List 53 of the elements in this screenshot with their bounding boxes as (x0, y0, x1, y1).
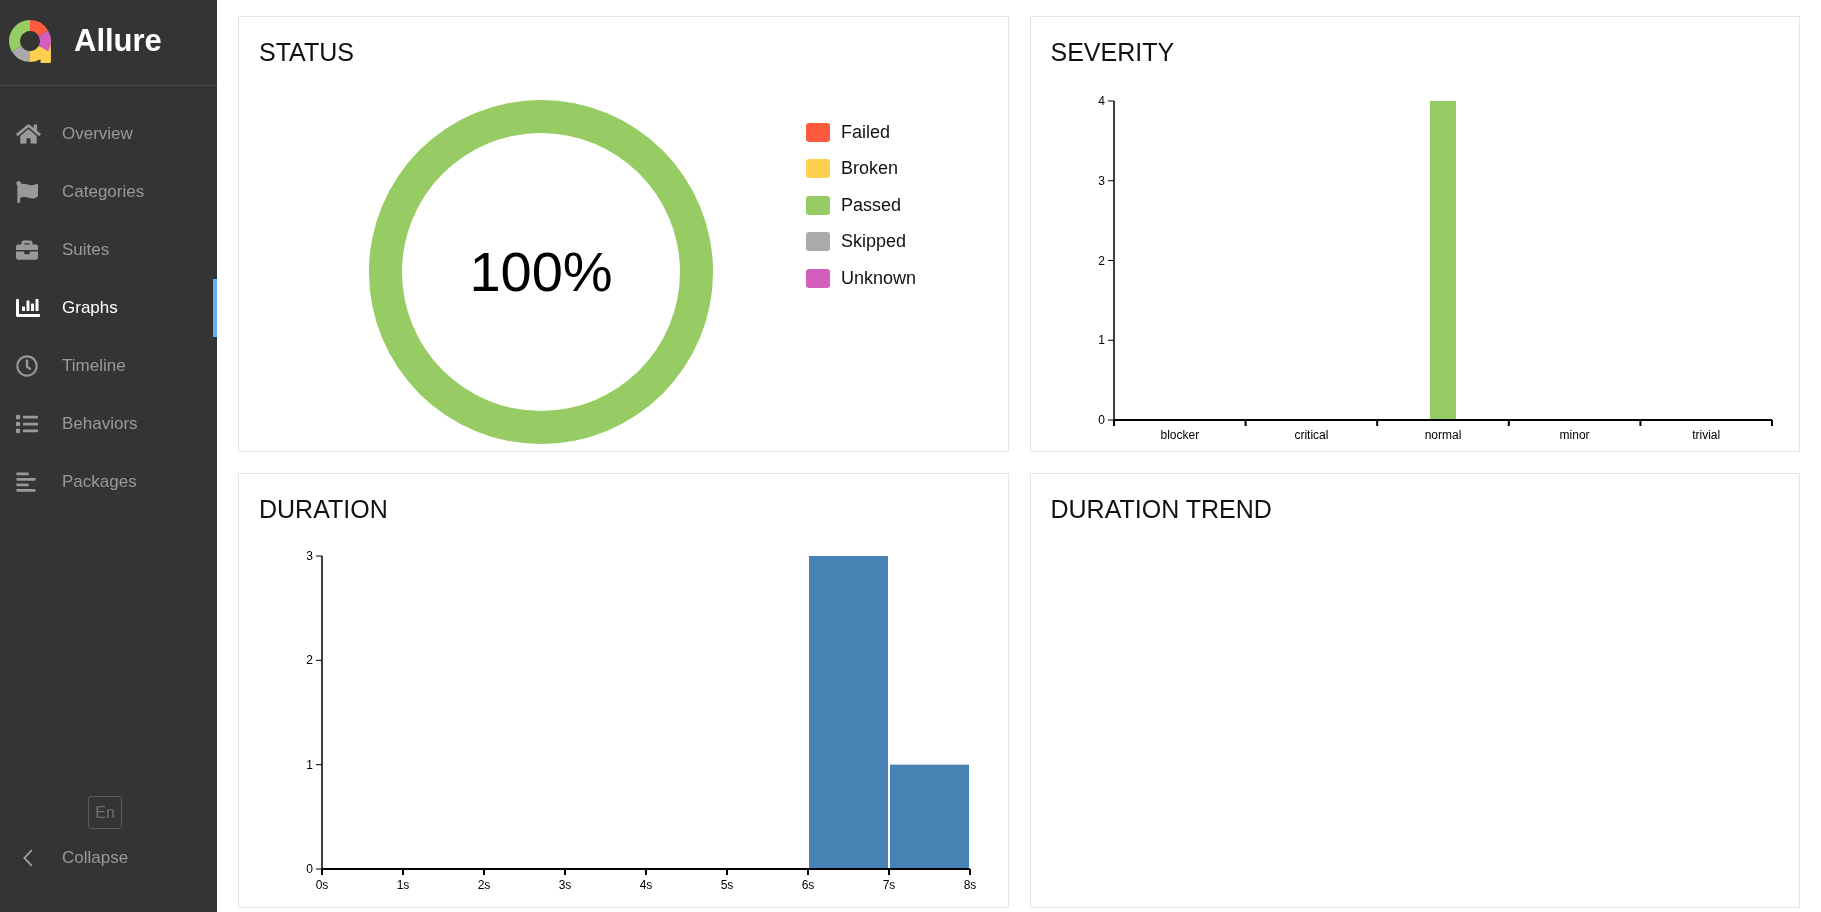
nav-item[interactable]: Timeline (0, 337, 217, 395)
tick-label: 0 (1097, 413, 1105, 427)
flag-icon (16, 181, 38, 203)
tick-label: 3 (1097, 173, 1105, 188)
tick-label: 6s (801, 878, 815, 892)
align-left-icon (16, 471, 36, 493)
card-title: SEVERITY (1050, 37, 1175, 67)
tick-label: 0s (315, 878, 329, 892)
tick-label: 7s (882, 878, 896, 892)
nav-item[interactable]: Categories (0, 163, 217, 221)
tick-label: 2s (477, 878, 491, 892)
legend-label: Skipped (841, 230, 907, 254)
card-title: STATUS (259, 37, 354, 67)
tick-label: 1 (306, 757, 313, 772)
tick-label: 0 (306, 862, 313, 876)
tick-label: 2 (306, 653, 313, 668)
percent-label: 100% (469, 244, 613, 300)
legend-label: Failed (841, 120, 891, 144)
nav-item[interactable]: Overview (0, 105, 217, 163)
card-title: DURATION TREND (1050, 494, 1272, 524)
nav-item[interactable]: Graphs (0, 279, 217, 337)
nav-item[interactable]: Behaviors (0, 395, 217, 453)
collapse-button[interactable]: Collapse (0, 829, 137, 887)
tick-label: blocker (1159, 428, 1199, 442)
chevron-left-icon (23, 849, 33, 867)
tick-label: 4 (1097, 94, 1105, 108)
tick-label: 8s (963, 878, 977, 892)
legend-label: Broken (841, 157, 899, 181)
tick-label: normal (1424, 428, 1461, 442)
briefcase-icon (16, 239, 38, 261)
bar-chart-icon (16, 296, 40, 320)
tick-label: trivial (1691, 428, 1720, 442)
tick-label: minor (1559, 428, 1590, 442)
active-indicator (213, 279, 217, 337)
tick-label: 2 (1097, 253, 1105, 268)
card-title: DURATION (259, 494, 388, 524)
legend-label: Passed (841, 193, 902, 217)
tick-label: 1 (1097, 333, 1105, 348)
tick-label: 4s (639, 878, 653, 892)
nav-item[interactable]: Suites (0, 221, 217, 279)
clock-icon (16, 355, 38, 377)
list-icon (16, 413, 38, 435)
tick-label: 3s (558, 878, 572, 892)
logo-icon (9, 18, 52, 63)
tick-label: 5s (720, 878, 734, 892)
app-title: Allure (74, 25, 162, 56)
tick-label: 1s (396, 878, 410, 892)
house-icon (16, 123, 41, 145)
tick-label: critical (1293, 428, 1328, 442)
language-button[interactable]: En (88, 796, 122, 829)
legend-label: Unknown (841, 266, 917, 290)
tick-label: 3 (306, 549, 313, 563)
nav-item[interactable]: Packages (0, 453, 217, 511)
